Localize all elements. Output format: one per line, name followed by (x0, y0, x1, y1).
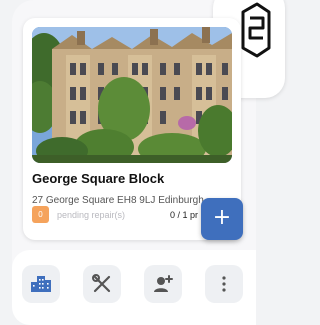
tools-icon (92, 274, 111, 293)
pending-repairs-label: pending repair(s) (57, 210, 126, 220)
nav-repairs-button[interactable] (83, 265, 121, 303)
add-button[interactable]: + (201, 198, 243, 240)
nav-add-user-button[interactable] (144, 265, 182, 303)
progress-text: 0 / 1 pr (170, 210, 199, 220)
property-name: George Square Block (32, 171, 165, 186)
property-photo (32, 27, 232, 163)
buildings-icon (31, 276, 51, 292)
pending-count-badge: 0 (32, 206, 49, 223)
bottom-nav (12, 250, 256, 325)
nav-buildings-button[interactable] (22, 265, 60, 303)
plus-icon: + (212, 205, 232, 230)
nav-more-button[interactable] (205, 265, 243, 303)
more-vertical-icon (222, 276, 226, 292)
property-address: 27 George Square EH8 9LJ Edinburgh (32, 195, 204, 206)
add-user-icon (154, 275, 173, 292)
